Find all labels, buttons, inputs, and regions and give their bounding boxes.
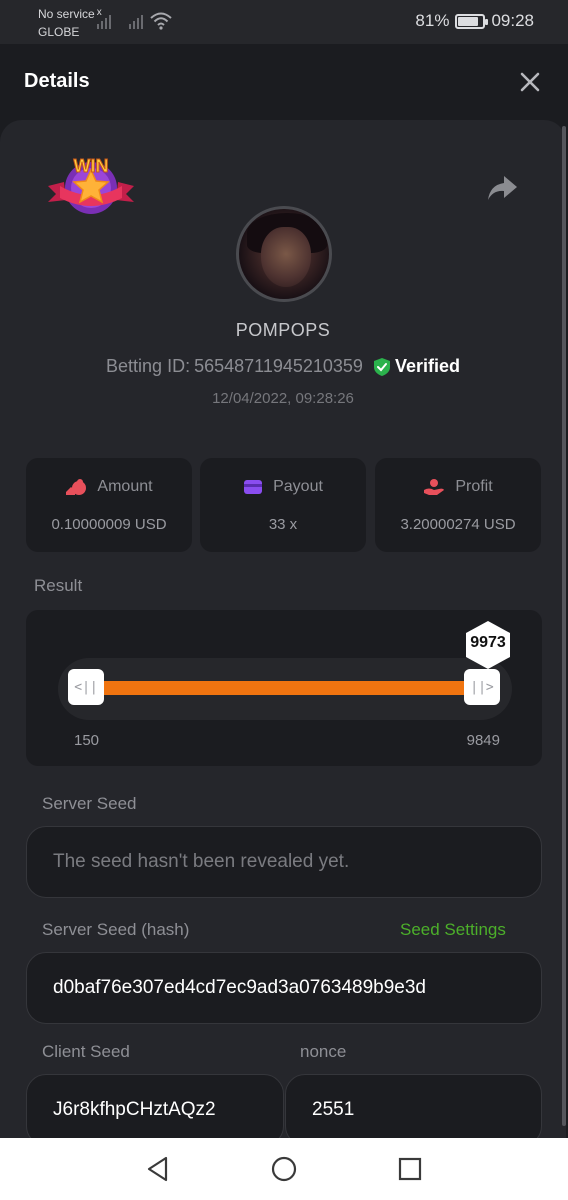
roll-value: 9973 bbox=[470, 634, 506, 651]
hand-coin-icon bbox=[424, 479, 445, 495]
clock: 09:28 bbox=[491, 11, 534, 30]
payout-box: Payout 33 x bbox=[200, 458, 366, 552]
wifi-icon bbox=[150, 12, 172, 30]
verified-badge: Verified bbox=[373, 356, 460, 377]
nonce-label: nonce bbox=[300, 1042, 347, 1061]
client-seed-label: Client Seed bbox=[42, 1042, 130, 1061]
seed-settings-link[interactable]: Seed Settings bbox=[400, 920, 506, 940]
battery-percent: 81% bbox=[415, 11, 450, 30]
amount-label: Amount bbox=[97, 478, 153, 495]
win-badge-text: WIN bbox=[74, 156, 109, 176]
profit-box: Profit 3.20000274 USD bbox=[375, 458, 541, 552]
result-range-fill bbox=[90, 681, 490, 695]
profit-label: Profit bbox=[455, 478, 493, 495]
result-box: <|| ||> 9973 150 9849 bbox=[26, 610, 542, 766]
back-icon[interactable] bbox=[144, 1155, 172, 1183]
carrier-info: No service x GLOBE bbox=[38, 6, 102, 40]
range-low: 150 bbox=[74, 732, 100, 749]
bet-details-card: WIN POMPOPS Betting ID: 5654871194521035… bbox=[0, 120, 566, 1138]
username: POMPOPS bbox=[235, 320, 331, 340]
range-high: 9849 bbox=[466, 732, 500, 749]
payout-label: Payout bbox=[273, 478, 323, 495]
server-seed-hash-label: Server Seed (hash) bbox=[42, 920, 190, 939]
home-icon[interactable] bbox=[270, 1155, 298, 1183]
card-icon bbox=[244, 480, 263, 494]
nonce-field[interactable]: 2551 bbox=[285, 1074, 542, 1138]
avatar bbox=[236, 206, 332, 302]
betting-id-label: Betting ID: bbox=[106, 356, 191, 376]
share-icon[interactable] bbox=[486, 174, 518, 202]
amount-value: 0.10000009 USD bbox=[51, 516, 167, 533]
shield-check-icon bbox=[373, 357, 390, 376]
status-right: 81% 09:28 bbox=[415, 11, 534, 31]
win-badge-icon: WIN bbox=[48, 156, 134, 214]
server-seed-hash-field[interactable]: d0baf76e307ed4cd7ec9ad3a0763489b9e3d bbox=[26, 952, 542, 1024]
range-handle-right[interactable]: ||> bbox=[464, 669, 500, 705]
scrollbar[interactable] bbox=[562, 126, 566, 1126]
coins-icon bbox=[66, 479, 87, 495]
betting-id-row: Betting ID: 56548711945210359 Verified bbox=[0, 356, 566, 377]
result-label: Result bbox=[34, 576, 83, 595]
range-handle-left[interactable]: <|| bbox=[68, 669, 104, 705]
client-seed-field[interactable]: J6r8kfhpCHztAQz2 bbox=[26, 1074, 284, 1138]
recents-icon[interactable] bbox=[396, 1155, 424, 1183]
battery-icon bbox=[455, 13, 489, 29]
close-icon[interactable] bbox=[518, 70, 542, 94]
status-bar: No service x GLOBE 81% 09:28 bbox=[0, 0, 568, 44]
betting-id-value: 56548711945210359 bbox=[194, 356, 363, 376]
server-seed-field[interactable]: The seed hasn't been revealed yet. bbox=[26, 826, 542, 898]
signal-icon-2 bbox=[129, 15, 143, 29]
verified-label: Verified bbox=[394, 356, 460, 376]
amount-box: Amount 0.10000009 USD bbox=[26, 458, 192, 552]
details-header: Details bbox=[0, 44, 568, 120]
signal-icon bbox=[97, 15, 111, 29]
bet-details-screen: No service x GLOBE 81% 09:28 Details WIN… bbox=[0, 0, 568, 1200]
navigation-bar bbox=[0, 1138, 568, 1200]
carrier-name: GLOBE bbox=[38, 25, 80, 39]
profit-value: 3.20000274 USD bbox=[400, 516, 516, 533]
page-title: Details bbox=[24, 70, 90, 92]
server-seed-label: Server Seed bbox=[42, 794, 137, 813]
carrier-status: No service bbox=[38, 7, 95, 21]
payout-value: 33 x bbox=[268, 516, 298, 533]
bet-timestamp: 12/04/2022, 09:28:26 bbox=[212, 390, 354, 407]
